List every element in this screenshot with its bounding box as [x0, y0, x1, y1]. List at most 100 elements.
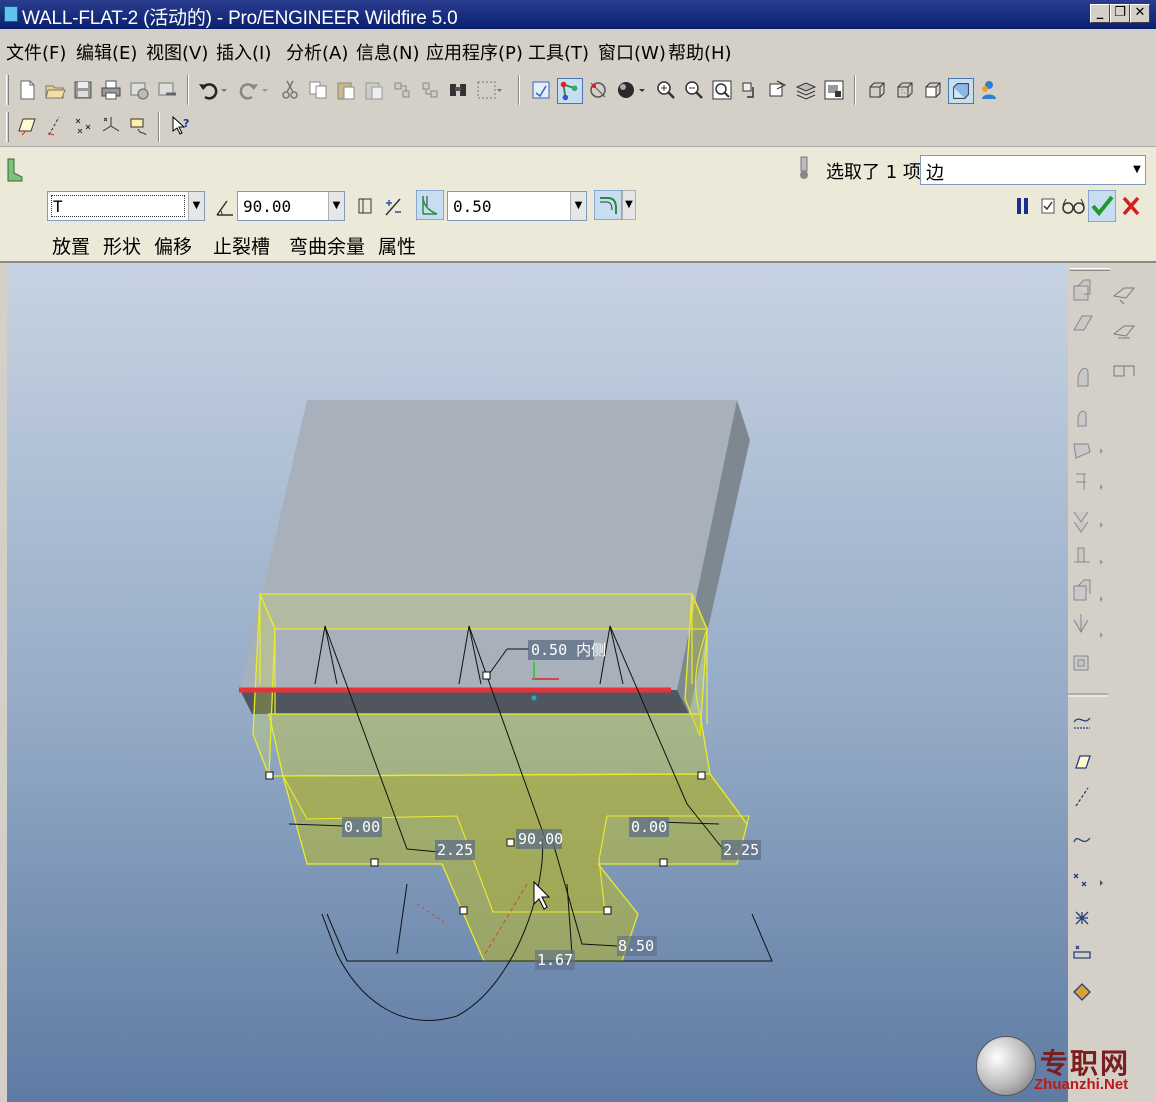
toolbar-grip [6, 75, 9, 105]
wall-shape-value: T [53, 197, 63, 216]
bend-radius-toggle-icon[interactable] [416, 190, 444, 220]
radius-side-dropdown-icon[interactable]: ▼ [622, 190, 636, 220]
new-file-icon[interactable] [16, 79, 38, 101]
wireframe-icon[interactable] [866, 79, 888, 101]
orient-mode-icon[interactable] [587, 79, 609, 101]
selection-box-icon[interactable] [475, 79, 503, 101]
refit-icon[interactable] [711, 79, 733, 101]
paste-special-icon[interactable] [363, 79, 385, 101]
length-edge-icon[interactable] [356, 196, 376, 218]
bend-angle-dropdown[interactable]: 90.00 ▼ [237, 191, 345, 221]
redo-dropdown-icon[interactable] [260, 79, 270, 101]
feature-tool-icons[interactable] [1068, 276, 1156, 1096]
model-tree-user-icon[interactable] [978, 79, 1000, 101]
print-icon[interactable] [100, 79, 122, 101]
bend-angle-value[interactable]: 90.00 [243, 197, 291, 216]
menu-edit[interactable]: 编辑(E) [76, 39, 137, 65]
send-link-icon[interactable] [156, 79, 178, 101]
shading-icon[interactable] [948, 78, 974, 104]
dim-thickness-label[interactable]: 0.50 内侧 [531, 641, 606, 659]
datum-plane-icon[interactable] [16, 115, 38, 137]
app-icon [4, 6, 18, 22]
undo-icon[interactable] [197, 79, 219, 101]
minimize-button[interactable]: _ [1090, 4, 1110, 23]
datum-toolbar: ? [0, 110, 1156, 146]
no-hidden-icon[interactable] [922, 79, 944, 101]
redo-icon[interactable] [238, 79, 260, 101]
saved-views-icon[interactable] [767, 79, 789, 101]
menu-view[interactable]: 视图(V) [146, 39, 208, 65]
cut-icon[interactable] [279, 79, 301, 101]
apply-checkmark-icon[interactable] [1088, 190, 1116, 222]
datum-csys-icon[interactable] [100, 115, 122, 137]
verify-glasses-icon[interactable] [1061, 195, 1085, 217]
datum-curve-icon[interactable] [128, 115, 150, 137]
appearance-dropdown-icon[interactable] [637, 79, 647, 101]
menu-applications[interactable]: 应用程序(P) [426, 39, 523, 65]
copy-icon[interactable] [307, 79, 329, 101]
dim-offset-left-label[interactable]: 0.00 [344, 818, 380, 836]
tab-relief[interactable]: 止裂槽 [213, 232, 270, 259]
redraw-icon[interactable] [530, 79, 552, 101]
menu-tools[interactable]: 工具(T) [528, 39, 589, 65]
save-icon[interactable] [72, 79, 94, 101]
tab-offset[interactable]: 偏移 [154, 232, 192, 259]
bend-radius-dropdown[interactable]: 0.50 ▼ [447, 191, 587, 221]
dim-angle-label[interactable]: 90.00 [518, 830, 563, 848]
reorient-icon[interactable] [739, 79, 761, 101]
model-viewport[interactable]: 0.50 内侧 0.00 2.25 90.00 0.00 2.25 8.50 1… [7, 264, 1068, 1102]
flat-wall-dashboard: 选取了 1 项 边 ▼ T ▼ 90.00 ▼ 0.50 ▼ ▼ 放置 形状 偏… [0, 146, 1156, 263]
menu-insert[interactable]: 插入(I) [216, 39, 271, 65]
open-file-icon[interactable] [44, 79, 66, 101]
dim-width-label[interactable]: 1.67 [537, 951, 573, 969]
spin-center-icon[interactable] [557, 78, 583, 104]
dim-tab-height-label[interactable]: 8.50 [618, 937, 654, 955]
tab-shape[interactable]: 形状 [103, 232, 141, 259]
menu-file[interactable]: 文件(F) [6, 39, 66, 65]
zoom-out-icon[interactable] [683, 79, 705, 101]
preview-checkbox-icon[interactable] [1039, 195, 1059, 217]
pause-icon[interactable] [1013, 195, 1033, 217]
tab-properties[interactable]: 属性 [378, 232, 416, 259]
chevron-down-icon[interactable]: ▼ [570, 192, 586, 220]
regenerate-icon[interactable] [391, 79, 413, 101]
sheet-edge-face[interactable] [240, 690, 689, 714]
layers-icon[interactable] [795, 79, 817, 101]
wall-shape-dropdown[interactable]: T ▼ [47, 191, 205, 221]
graphics-window[interactable]: 0.50 内侧 0.00 2.25 90.00 0.00 2.25 8.50 1… [7, 264, 1068, 1102]
menu-window[interactable]: 窗口(W) [598, 39, 666, 65]
cancel-x-icon[interactable] [1120, 194, 1142, 218]
chevron-down-icon[interactable]: ▼ [328, 192, 344, 220]
sheet-top-face[interactable] [240, 400, 737, 690]
paste-icon[interactable] [335, 79, 357, 101]
flip-thickness-icon[interactable] [382, 196, 404, 218]
view-manager-icon[interactable] [823, 79, 845, 101]
send-mail-icon[interactable] [128, 79, 150, 101]
zoom-in-icon[interactable] [655, 79, 677, 101]
find-icon[interactable] [447, 79, 469, 101]
hidden-line-icon[interactable] [894, 79, 916, 101]
datum-axis-icon[interactable] [44, 115, 66, 137]
close-window-button[interactable]: ✕ [1130, 4, 1150, 23]
whats-this-help-icon[interactable]: ? [170, 115, 192, 137]
undo-dropdown-icon[interactable] [219, 79, 229, 101]
tab-bend-allowance[interactable]: 弯曲余量 [289, 232, 365, 259]
selection-filter-dropdown[interactable]: 边 ▼ [920, 155, 1146, 185]
dim-height-right-label[interactable]: 2.25 [723, 841, 759, 859]
watermark-logo-icon [976, 1036, 1036, 1096]
left-splitter[interactable] [0, 264, 7, 1102]
dim-offset-right-label[interactable]: 0.00 [631, 818, 667, 836]
maximize-button[interactable]: ❐ [1110, 4, 1130, 23]
bend-radius-value[interactable]: 0.50 [453, 197, 492, 216]
regen-manager-icon[interactable] [419, 79, 441, 101]
tab-placement[interactable]: 放置 [52, 232, 90, 259]
chevron-down-icon[interactable]: ▼ [188, 192, 204, 220]
chevron-down-icon[interactable]: ▼ [1129, 156, 1145, 184]
datum-point-icon[interactable] [72, 115, 94, 137]
radius-side-icon[interactable] [594, 190, 622, 220]
menu-info[interactable]: 信息(N) [356, 39, 420, 65]
dim-height-left-label[interactable]: 2.25 [437, 841, 473, 859]
appearance-sphere-icon[interactable] [615, 79, 637, 101]
menu-help[interactable]: 帮助(H) [668, 39, 732, 65]
menu-analysis[interactable]: 分析(A) [286, 39, 348, 65]
